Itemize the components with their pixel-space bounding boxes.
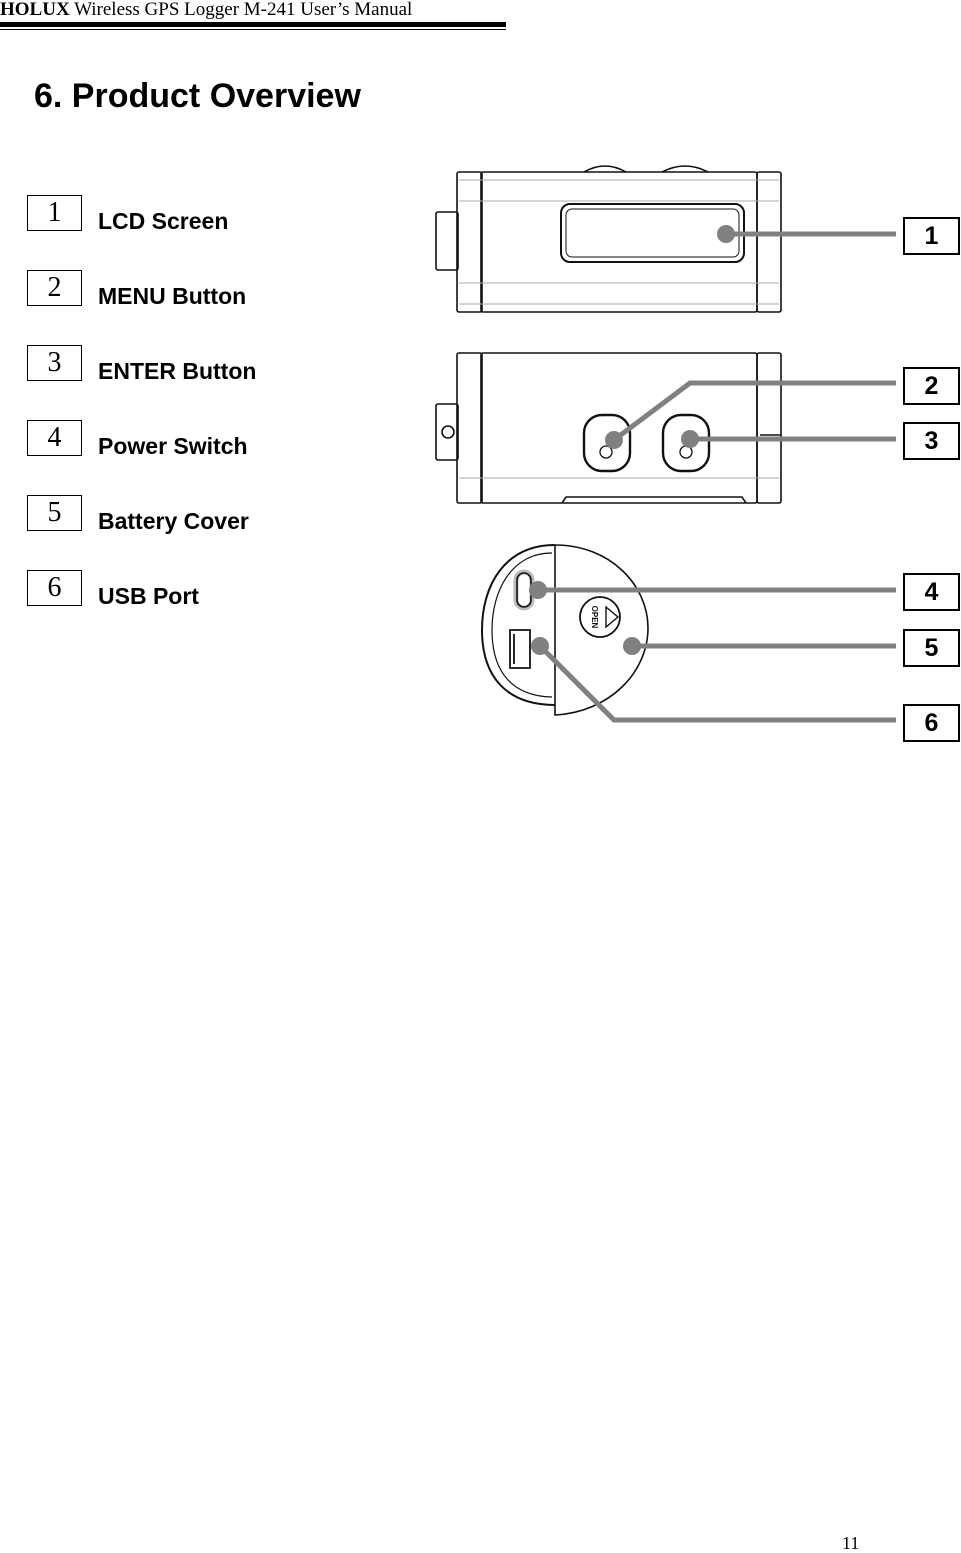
leader-dot-1: [717, 225, 735, 243]
end-outer-shell: [480, 544, 556, 706]
power-switch-inner: [516, 572, 532, 608]
open-arrow-icon: [605, 605, 620, 629]
top-side-tab-hole: [441, 425, 455, 439]
leader-lines: [538, 231, 896, 723]
callout-5: 5: [903, 629, 960, 667]
callout-3: 3: [903, 422, 960, 460]
battery-cover-shape: [554, 544, 649, 716]
front-right-cap: [756, 171, 782, 313]
leader-dot-6: [531, 637, 549, 655]
front-left-cap: [456, 171, 483, 313]
open-badge-circle: [579, 596, 621, 638]
top-bottom-slot: [561, 496, 747, 504]
usb-port-shape: [509, 629, 531, 669]
top-body: [480, 352, 758, 504]
lcd-screen-outline: [560, 203, 745, 263]
front-button-bump-2: [661, 165, 709, 173]
callout-6: 6: [903, 704, 960, 742]
leader-dot-5: [623, 637, 641, 655]
top-right-cap: [756, 352, 782, 504]
leader-dot-4: [529, 581, 547, 599]
page-number: 11: [842, 1533, 860, 1553]
leader-line-2: [612, 380, 896, 442]
leader-dot-2: [605, 431, 623, 449]
open-label: OPEN: [590, 606, 599, 629]
front-body: [480, 171, 758, 313]
device-end-view: OPEN: [480, 544, 649, 716]
front-side-tab: [435, 211, 459, 271]
leader-line-6: [538, 644, 896, 723]
top-left-cap: [456, 352, 483, 504]
callout-2: 2: [903, 367, 960, 405]
callout-4: 4: [903, 573, 960, 611]
callout-1: 1: [903, 217, 960, 255]
lcd-screen-inner: [565, 208, 740, 258]
leader-dot-3: [681, 430, 699, 448]
device-diagram: OPEN: [435, 165, 896, 723]
front-button-bump-1: [583, 165, 627, 173]
device-top-view: [435, 352, 782, 504]
